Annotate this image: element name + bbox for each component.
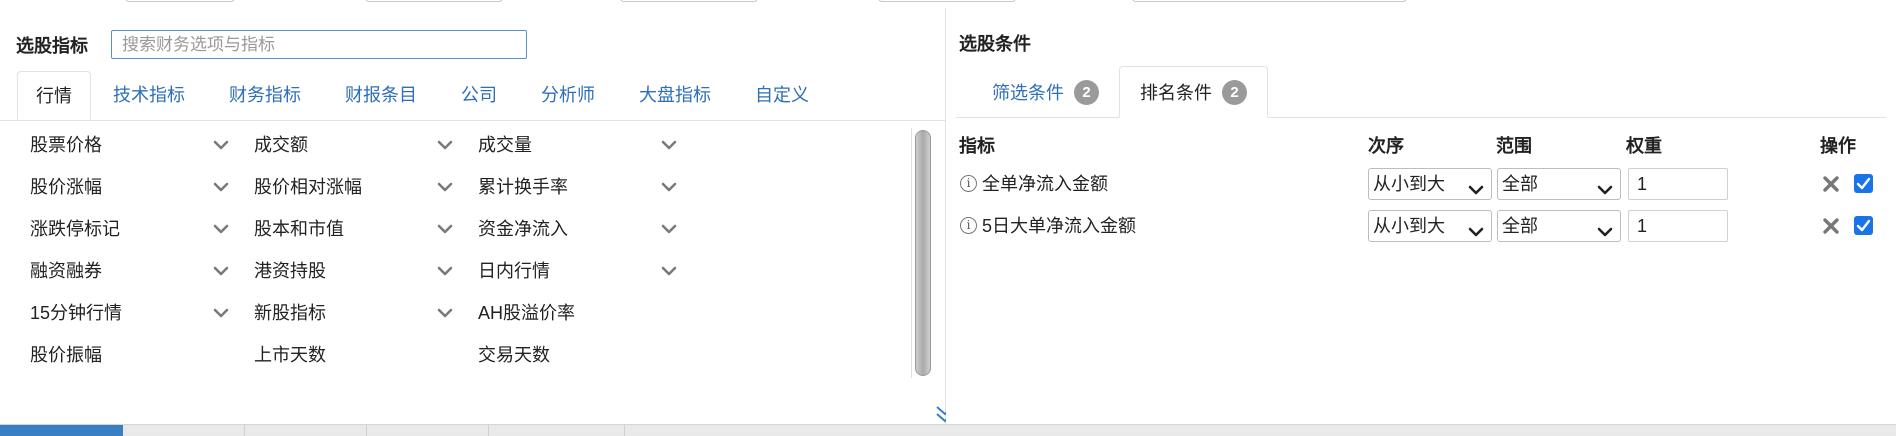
chevron-down-icon[interactable] [436,304,454,322]
header-indicator: 指标 [959,136,995,156]
chevron-down-icon[interactable] [436,262,454,280]
top-field-1[interactable] [125,0,235,2]
indicator-item[interactable]: 成交量 [478,130,532,160]
weight-input[interactable]: 1 [1628,168,1728,200]
bottom-tab-strip [0,424,1896,436]
indicator-item[interactable]: 日内行情 [478,256,550,286]
tab-report-items[interactable]: 财报条目 [323,71,439,120]
scrollbar-thumb[interactable] [915,130,931,376]
indicator-item[interactable]: 股价涨幅 [30,172,102,202]
info-icon[interactable]: i [960,217,977,234]
chevron-down-icon[interactable] [212,262,230,280]
header-order: 次序 [1368,136,1404,156]
top-strip [0,0,1896,8]
tab-filter-label: 筛选条件 [992,83,1064,103]
tab-custom[interactable]: 自定义 [733,71,831,120]
indicator-item[interactable]: 资金净流入 [478,214,568,244]
chevron-down-icon [1467,220,1485,250]
top-field-3[interactable] [620,0,758,2]
info-icon[interactable]: i [960,175,977,192]
indicator-item[interactable]: 融资融券 [30,256,102,286]
header-weight: 权重 [1626,136,1662,156]
chevron-down-icon[interactable] [660,178,678,196]
tab-market-index[interactable]: 大盘指标 [617,71,733,120]
indicator-item[interactable]: 交易天数 [478,340,550,370]
chevron-down-icon[interactable] [436,136,454,154]
indicator-item[interactable]: 成交额 [254,130,308,160]
indicator-item[interactable]: 涨跌停标记 [30,214,120,244]
indicator-item[interactable]: 股本和市值 [254,214,344,244]
range-select[interactable]: 全部 [1497,210,1621,242]
enable-checkbox[interactable] [1854,216,1873,235]
bottom-tab-4[interactable] [367,425,489,436]
bottom-tab-3[interactable] [245,425,367,436]
tab-market[interactable]: 行情 [17,71,91,120]
condition-tabs: 筛选条件 2 排名条件 2 [972,66,1268,118]
condition-row: i 5日大单净流入金额 从小到大 全部 1 [960,209,1890,245]
tabs-divider [0,120,946,121]
indicator-search-input[interactable] [111,30,527,59]
indicator-item[interactable]: AH股溢价率 [478,298,575,328]
tab-rank-label: 排名条件 [1140,83,1212,103]
header-action: 操作 [1820,136,1856,156]
indicator-tabs: 行情 技术指标 财务指标 财报条目 公司 分析师 大盘指标 自定义 [17,71,831,120]
order-select[interactable]: 从小到大 [1368,210,1492,242]
enable-checkbox[interactable] [1854,174,1873,193]
order-select[interactable]: 从小到大 [1368,168,1492,200]
chevron-down-icon[interactable] [212,178,230,196]
delete-icon[interactable] [1822,217,1840,235]
chevron-down-icon[interactable] [436,220,454,238]
indicator-item[interactable]: 上市天数 [254,340,326,370]
filter-count-badge: 2 [1074,79,1099,105]
order-value: 从小到大 [1373,174,1445,194]
chevron-down-icon[interactable] [436,178,454,196]
chevron-down-icon[interactable] [212,304,230,322]
top-field-4[interactable] [878,0,1016,2]
range-value: 全部 [1502,216,1538,236]
weight-input[interactable]: 1 [1628,210,1728,242]
indicator-item[interactable]: 股价相对涨幅 [254,172,362,202]
range-select[interactable]: 全部 [1497,168,1621,200]
bottom-tab-5[interactable] [489,425,625,436]
indicator-item[interactable]: 15分钟行情 [30,298,122,328]
chevron-down-icon [1467,178,1485,208]
indicator-item[interactable]: 新股指标 [254,298,326,328]
order-value: 从小到大 [1373,216,1445,236]
top-field-5[interactable] [1132,0,1407,2]
chevron-down-icon[interactable] [212,220,230,238]
indicator-item[interactable]: 股价振幅 [30,340,102,370]
tab-financial[interactable]: 财务指标 [207,71,323,120]
condition-name: 全单净流入金额 [982,174,1108,194]
header-range: 范围 [1496,136,1532,156]
delete-icon[interactable] [1822,175,1840,193]
indicator-item[interactable]: 累计换手率 [478,172,568,202]
rank-count-badge: 2 [1222,79,1247,105]
tab-filter-conditions[interactable]: 筛选条件 2 [972,66,1119,118]
indicator-item[interactable]: 港资持股 [254,256,326,286]
chevron-down-icon[interactable] [212,136,230,154]
indicator-panel: 选股指标 行情 技术指标 财务指标 财报条目 公司 分析师 大盘指标 自定义 股… [0,8,954,424]
chevron-down-icon[interactable] [660,136,678,154]
tab-analyst[interactable]: 分析师 [519,71,617,120]
indicator-panel-title: 选股指标 [16,36,88,56]
chevron-down-icon[interactable] [660,262,678,280]
range-value: 全部 [1502,174,1538,194]
tab-technical[interactable]: 技术指标 [91,71,207,120]
condition-panel-title: 选股条件 [959,34,1031,54]
indicator-scrollbar[interactable] [911,128,933,378]
bottom-tab-1[interactable] [0,425,123,436]
condition-name: 5日大单净流入金额 [982,216,1137,236]
bottom-tab-2[interactable] [123,425,245,436]
chevron-down-icon [1596,178,1614,208]
tab-rank-conditions[interactable]: 排名条件 2 [1119,66,1268,118]
indicator-item[interactable]: 股票价格 [30,130,102,160]
chevron-down-icon [1596,220,1614,250]
chevron-down-icon[interactable] [660,220,678,238]
top-field-2[interactable] [365,0,503,2]
condition-row: i 全单净流入金额 从小到大 全部 1 [960,167,1890,203]
condition-panel: 选股条件 筛选条件 2 排名条件 2 指标 次序 范围 权重 操作 i 全单净流入… [946,8,1896,424]
tab-company[interactable]: 公司 [439,71,519,120]
